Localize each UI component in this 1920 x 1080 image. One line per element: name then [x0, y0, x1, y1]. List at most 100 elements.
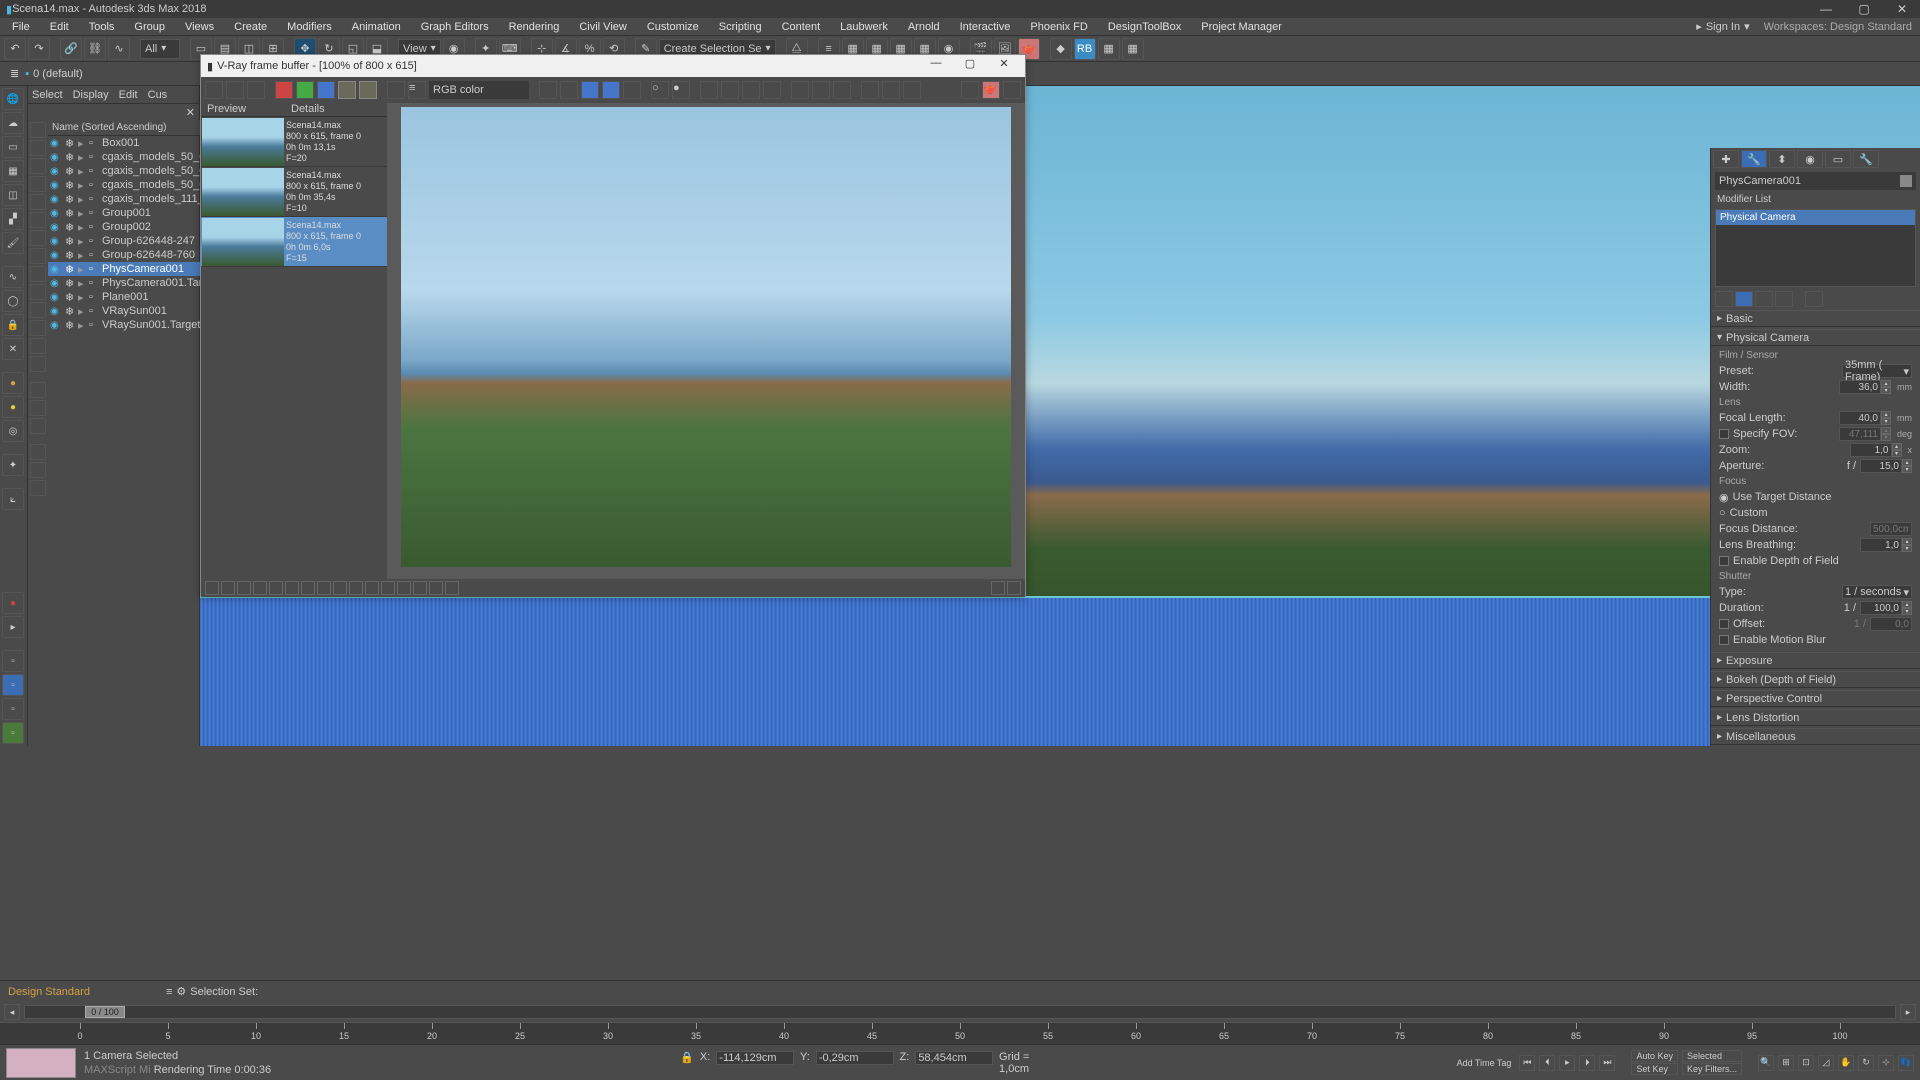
visibility-icon[interactable]: ◉ [50, 180, 62, 191]
vfb-tb-lens-3[interactable] [903, 81, 921, 99]
visibility-icon[interactable]: ◉ [50, 278, 62, 289]
vfb-tb-delete[interactable] [742, 81, 760, 99]
menu-create[interactable]: Create [224, 19, 277, 35]
menu-laubwerk[interactable]: Laubwerk [830, 19, 898, 35]
rail-paint-icon[interactable]: 🖌 [2, 232, 24, 254]
time-next-button[interactable]: ▸ [1900, 1004, 1916, 1020]
expand-icon[interactable]: ▸ [78, 319, 86, 332]
se-tool-19[interactable] [30, 462, 46, 478]
vfb-tb-copy[interactable] [700, 81, 718, 99]
modifier-stack[interactable]: Physical Camera [1715, 209, 1916, 287]
vfb-bb-16[interactable] [445, 581, 459, 595]
vfb-tb-track[interactable]: ● [672, 81, 690, 99]
se-tool-13[interactable] [30, 338, 46, 354]
vfb-tb-2[interactable] [560, 81, 578, 99]
add-time-tag[interactable]: Add Time Tag [1457, 1058, 1512, 1068]
vfb-tb-pixel[interactable] [833, 81, 851, 99]
se-tool-9[interactable] [30, 266, 46, 282]
freeze-icon[interactable]: ❄ [65, 137, 75, 150]
menu-animation[interactable]: Animation [342, 19, 411, 35]
visibility-icon[interactable]: ◉ [50, 236, 62, 247]
scene-explorer-item[interactable]: ◉❄▸▫cgaxis_models_50_08 [48, 164, 213, 178]
lock-icon[interactable]: 🔒 [680, 1051, 694, 1075]
menu-civil-view[interactable]: Civil View [569, 19, 636, 35]
scene-explorer-item[interactable]: ◉❄▸▫Group-626448-247 [48, 234, 213, 248]
freeze-icon[interactable]: ❄ [65, 165, 75, 178]
scene-explorer-item[interactable]: ◉❄▸▫Box001 [48, 136, 213, 150]
vfb-bb-3[interactable] [237, 581, 251, 595]
rail-sphere2-icon[interactable]: ● [2, 396, 24, 418]
se-tool-2[interactable] [30, 140, 46, 156]
zoom-spinner[interactable] [1850, 443, 1892, 457]
freeze-icon[interactable]: ❄ [65, 305, 75, 318]
se-tool-11[interactable] [30, 302, 46, 318]
expand-icon[interactable]: ▸ [78, 165, 86, 178]
shutter-type-dropdown[interactable]: 1 / seconds▾ [1842, 585, 1912, 599]
selection-filter-dropdown[interactable]: All ▾ [140, 39, 180, 59]
rollout-physical-camera[interactable]: ▾ Physical Camera [1711, 329, 1920, 346]
se-tool-7[interactable] [30, 230, 46, 246]
se-tab-edit[interactable]: Edit [119, 89, 138, 101]
rollout-bokeh[interactable]: ▸ Bokeh (Depth of Field) [1711, 671, 1920, 688]
menu-interactive[interactable]: Interactive [950, 19, 1021, 35]
layer-selector[interactable]: ▪ 0 (default) [25, 68, 82, 80]
time-ruler[interactable]: 0510152025303540455055606570758085909510… [0, 1022, 1920, 1044]
rail-mod-icon[interactable]: ▞ [2, 208, 24, 230]
vfb-bb-11[interactable] [365, 581, 379, 595]
vfb-bb-4[interactable] [253, 581, 267, 595]
lens-breathing-spinner[interactable] [1860, 538, 1902, 552]
rail-spline-icon[interactable]: ∿ [2, 266, 24, 288]
expand-icon[interactable]: ▸ [78, 221, 86, 234]
scene-explorer-item[interactable]: ◉❄▸▫PhysCamera001 [48, 262, 213, 276]
menu-scripting[interactable]: Scripting [709, 19, 772, 35]
expand-icon[interactable]: ▸ [78, 291, 86, 304]
custom-radio[interactable]: ○ [1719, 507, 1726, 519]
se-tool-17[interactable] [30, 418, 46, 434]
vfb-bb-14[interactable] [413, 581, 427, 595]
vfb-bb-6[interactable] [285, 581, 299, 595]
vfb-history-item[interactable]: Scena14.max800 x 615, frame 00h 0m 13,1s… [201, 117, 387, 167]
scene-explorer-item[interactable]: ◉❄▸▫cgaxis_models_111_0 [48, 192, 213, 206]
scene-explorer-item[interactable]: ◉❄▸▫PhysCamera001.Targ [48, 276, 213, 290]
vfb-bb-15[interactable] [429, 581, 443, 595]
nav-zoom-ext-button[interactable]: ⊡ [1798, 1055, 1814, 1071]
rail-sq3-icon[interactable]: ▫ [2, 698, 24, 720]
rail-grid-icon[interactable]: ▦ [2, 160, 24, 182]
vfb-tb-lens-2[interactable] [882, 81, 900, 99]
vfb-maximize-button[interactable]: ▢ [955, 57, 985, 75]
vfb-mono-button[interactable] [359, 81, 377, 99]
redo-button[interactable]: ↷ [28, 38, 50, 60]
se-tool-14[interactable] [30, 356, 46, 372]
workspace-selector[interactable]: Workspaces: Design Standard [1758, 21, 1918, 33]
unlink-button[interactable]: ⛓ [84, 38, 106, 60]
expand-icon[interactable]: ▸ [78, 263, 86, 276]
create-tab[interactable]: ✚ [1713, 150, 1739, 168]
vfb-bb-9[interactable] [333, 581, 347, 595]
visibility-icon[interactable]: ◉ [50, 208, 62, 219]
vfb-load-button[interactable] [247, 81, 265, 99]
expand-icon[interactable]: ▸ [78, 151, 86, 164]
scene-explorer-item[interactable]: ◉❄▸▫cgaxis_models_50_08 [48, 150, 213, 164]
utilities-tab[interactable]: 🔧 [1853, 150, 1879, 168]
visibility-icon[interactable]: ◉ [50, 250, 62, 261]
nav-max-button[interactable]: ⊹ [1878, 1055, 1894, 1071]
goto-end-button[interactable]: ⏭ [1599, 1055, 1615, 1071]
duration-spinner[interactable] [1860, 601, 1902, 615]
rail-color-icon[interactable]: ▫ [2, 722, 24, 744]
modify-tab[interactable]: 🔧 [1741, 150, 1767, 168]
vfb-history-item[interactable]: Scena14.max800 x 615, frame 00h 0m 35,4s… [201, 167, 387, 217]
freeze-icon[interactable]: ❄ [65, 249, 75, 262]
scene-explorer-toggle[interactable]: ≣ [10, 67, 19, 80]
scene-explorer-item[interactable]: ◉❄▸▫cgaxis_models_50_08 [48, 178, 213, 192]
se-tool-3[interactable] [30, 158, 46, 174]
pin-stack-button[interactable] [1715, 291, 1733, 307]
display-tab[interactable]: ▭ [1825, 150, 1851, 168]
vfb-bb-8[interactable] [317, 581, 331, 595]
restore-button[interactable]: ▢ [1852, 2, 1876, 16]
vfb-history-item[interactable]: Scena14.max800 x 615, frame 00h 0m 6,0sF… [201, 217, 387, 267]
vfb-alpha-channel-button[interactable] [338, 81, 356, 99]
vfb-tb-center[interactable] [812, 81, 830, 99]
menu-designtoolbox[interactable]: DesignToolBox [1098, 19, 1191, 35]
expand-icon[interactable]: ▸ [78, 137, 86, 150]
visibility-icon[interactable]: ◉ [50, 166, 62, 177]
